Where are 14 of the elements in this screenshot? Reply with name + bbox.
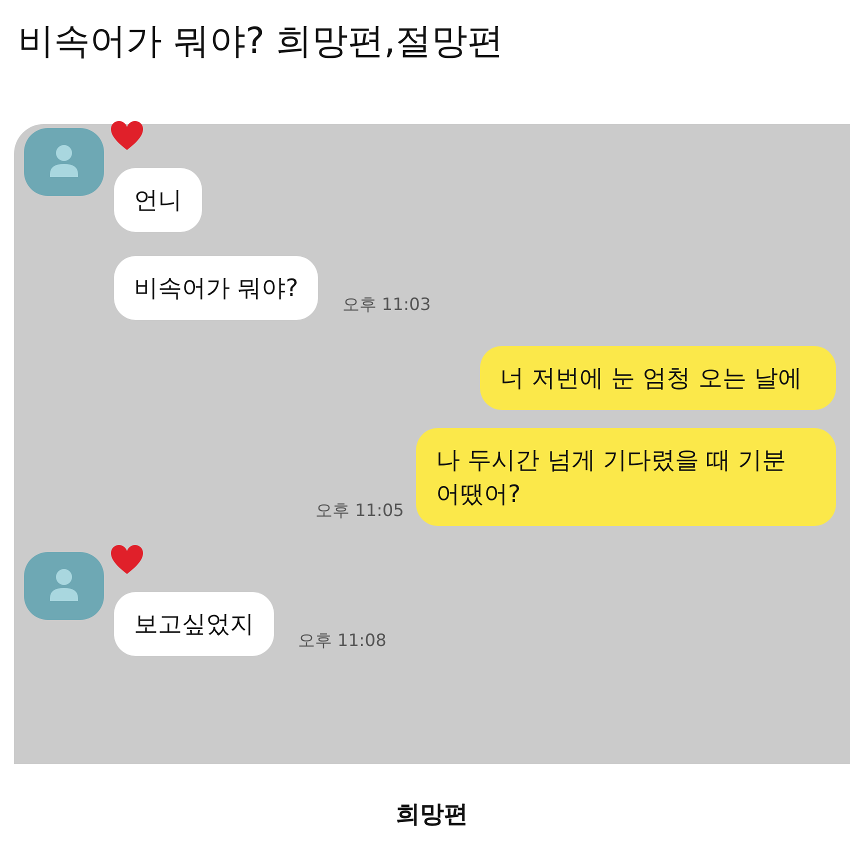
message-bubble: 너 저번에 눈 엄청 오는 날에: [480, 346, 836, 410]
avatar-icon: [24, 128, 104, 196]
message-bubble: 나 두시간 넘게 기다렸을 때 기분 어땠어?: [416, 428, 836, 526]
message-time: 오후 11:05: [316, 500, 404, 522]
heart-icon: [110, 120, 144, 152]
message-bubble: 보고싶었지: [114, 592, 274, 656]
message-time: 오후 11:08: [298, 630, 386, 652]
post-title: 비속어가 뭐야? 희망편,절망편: [17, 20, 504, 64]
avatar-icon: [24, 552, 104, 620]
message-bubble: 비속어가 뭐야?: [114, 256, 318, 320]
caption: 희망편: [396, 799, 468, 830]
message-bubble: 언니: [114, 168, 202, 232]
message-time: 오후 11:03: [342, 294, 431, 316]
heart-icon: [110, 544, 144, 576]
